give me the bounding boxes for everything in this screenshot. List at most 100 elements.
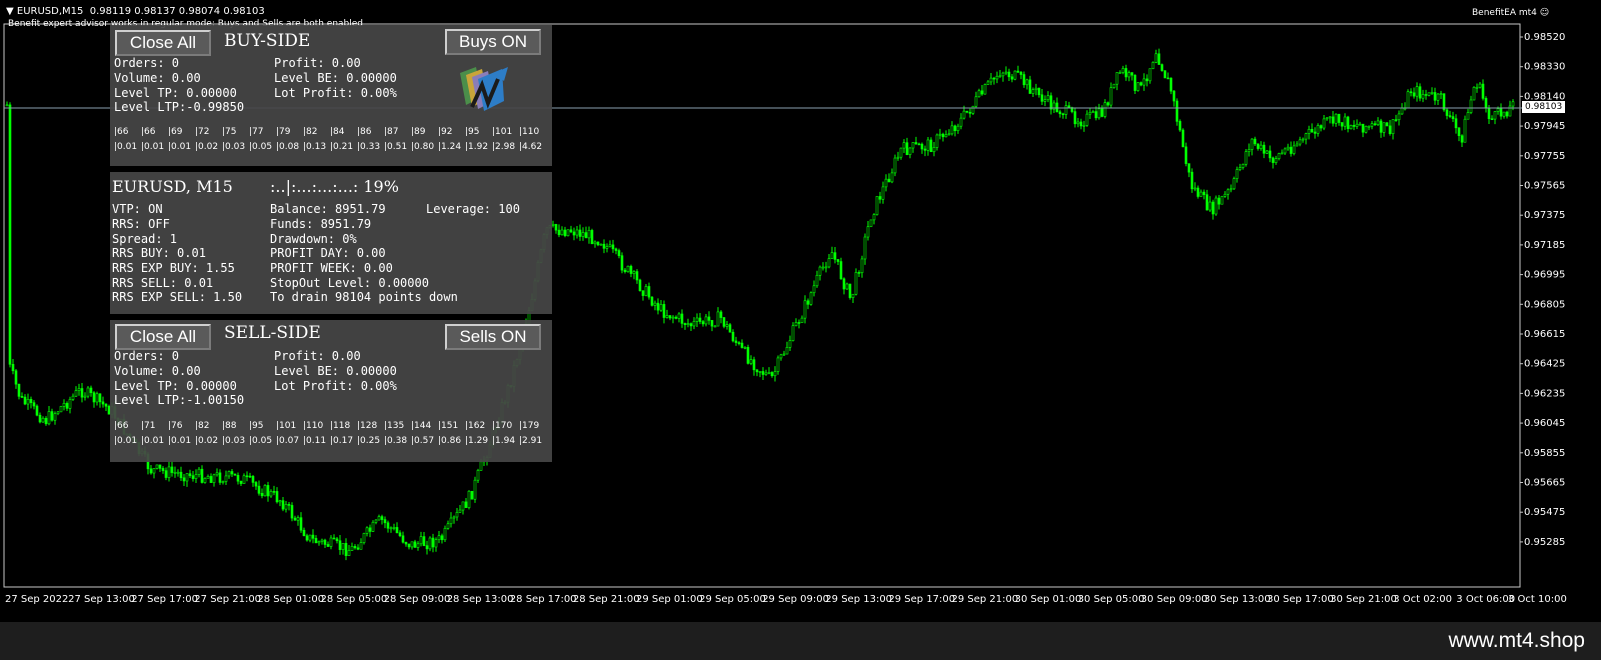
candle-body <box>383 519 387 524</box>
ladder-points-value: |71 <box>141 421 156 431</box>
candle-body <box>608 244 612 247</box>
candle-body <box>1190 171 1194 190</box>
price-axis-label: 0.98520 <box>1524 32 1565 43</box>
sells-on-toggle[interactable]: Sells ON <box>445 324 541 350</box>
candle-body <box>317 541 321 544</box>
symbol-timeframe: EURUSD,M15 <box>16 6 84 17</box>
candle-body <box>1244 151 1248 165</box>
buy-close-all-button[interactable]: Close All <box>115 30 211 56</box>
candle-body <box>1229 188 1233 191</box>
candle-body <box>869 219 873 228</box>
candle-body <box>1079 121 1083 127</box>
candle-body <box>1493 111 1497 120</box>
candle-body <box>833 252 837 260</box>
candle-body <box>1460 135 1464 143</box>
candle-body <box>926 139 930 151</box>
ladder-lot-value: |1.94 <box>492 436 516 446</box>
buys-on-toggle[interactable]: Buys ON <box>445 29 541 55</box>
candle-body <box>962 110 966 119</box>
candle-body <box>764 372 768 375</box>
candle-body <box>626 265 630 272</box>
candle-body <box>776 357 780 372</box>
candle-body <box>1376 120 1380 125</box>
candle-body <box>323 539 327 545</box>
candle-body <box>590 230 594 245</box>
price-chart[interactable]: 0.98520 0.98330 0.98140 0.97945 0.97755 0.975… <box>0 0 1601 622</box>
candle-body <box>1394 119 1398 121</box>
candle-body <box>1349 125 1353 130</box>
candle-body <box>74 390 78 397</box>
candle-body <box>1319 125 1323 129</box>
candle-body <box>395 527 399 534</box>
sell-close-all-button[interactable]: Close All <box>115 324 211 350</box>
candle-body <box>1025 79 1029 86</box>
dropdown-triangle-icon[interactable]: ▼ <box>6 6 14 17</box>
candle-body <box>878 196 882 200</box>
ladder-lot-value: |0.03 <box>222 436 246 446</box>
candle-body <box>1220 196 1224 205</box>
ladder-points-value: |92 <box>438 127 453 137</box>
candle-body <box>17 383 21 397</box>
ladder-points-value: |69 <box>168 127 183 137</box>
candle-body <box>1064 105 1068 115</box>
candle-body <box>32 402 36 407</box>
balance-value: Balance: 8951.79 <box>270 202 386 216</box>
leverage-value: Leverage: 100 <box>426 202 520 216</box>
candle-body <box>1355 123 1359 127</box>
ladder-points-value: |118 <box>330 421 351 431</box>
candle-body <box>1178 121 1182 131</box>
candle-body <box>1421 94 1425 99</box>
candle-body <box>236 474 240 482</box>
candle-body <box>998 75 1002 78</box>
buy-volume: Volume: 0.00 <box>114 71 201 85</box>
candle-body <box>320 539 324 542</box>
candle-body <box>41 417 45 423</box>
candle-body <box>1445 109 1449 116</box>
spread-value: Spread: 1 <box>112 232 178 246</box>
time-axis-label: 28 Sep 17:00 <box>510 594 577 605</box>
candle-body <box>1226 189 1230 195</box>
candle-body <box>794 322 798 327</box>
ladder-points-value: |76 <box>168 421 183 431</box>
candle-body <box>662 304 666 318</box>
candle-body <box>1295 143 1299 147</box>
candle-body <box>644 286 648 296</box>
candle-body <box>1118 72 1122 74</box>
candle-body <box>680 313 684 324</box>
candle-body <box>752 359 756 371</box>
candle-body <box>971 105 975 114</box>
candle-body <box>89 387 93 393</box>
candle-body <box>989 77 993 83</box>
candle-body <box>1028 79 1032 94</box>
candle-body <box>713 325 717 328</box>
candle-body <box>23 396 27 405</box>
candle-body <box>602 243 606 249</box>
candle-body <box>1292 145 1296 154</box>
candle-body <box>218 472 222 483</box>
candle-body <box>392 527 396 529</box>
candle-body <box>1280 152 1284 155</box>
candle-body <box>683 323 687 325</box>
candle-body <box>1205 194 1209 211</box>
candle-body <box>1013 70 1017 80</box>
candle-body <box>995 75 999 80</box>
candle-body <box>671 316 675 319</box>
candle-body <box>1061 113 1065 116</box>
chart-title[interactable]: ▼ EURUSD,M15 0.98119 0.98137 0.98074 0.9… <box>6 6 265 17</box>
candle-body <box>275 491 279 503</box>
candle-body <box>824 266 828 269</box>
candle-body <box>191 475 195 479</box>
candle-body <box>1154 53 1158 63</box>
footer-bar: www.mt4.shop <box>0 622 1601 660</box>
candle-body <box>1313 131 1317 134</box>
candle-body <box>1481 83 1485 99</box>
candle-body <box>413 541 417 548</box>
candle-body <box>230 471 234 475</box>
candle-body <box>476 470 480 481</box>
candle-body <box>200 468 204 483</box>
candle-body <box>350 546 354 551</box>
candle-body <box>743 347 747 349</box>
candle-body <box>650 296 654 306</box>
candle-body <box>1172 90 1176 102</box>
candle-body <box>1007 71 1011 78</box>
